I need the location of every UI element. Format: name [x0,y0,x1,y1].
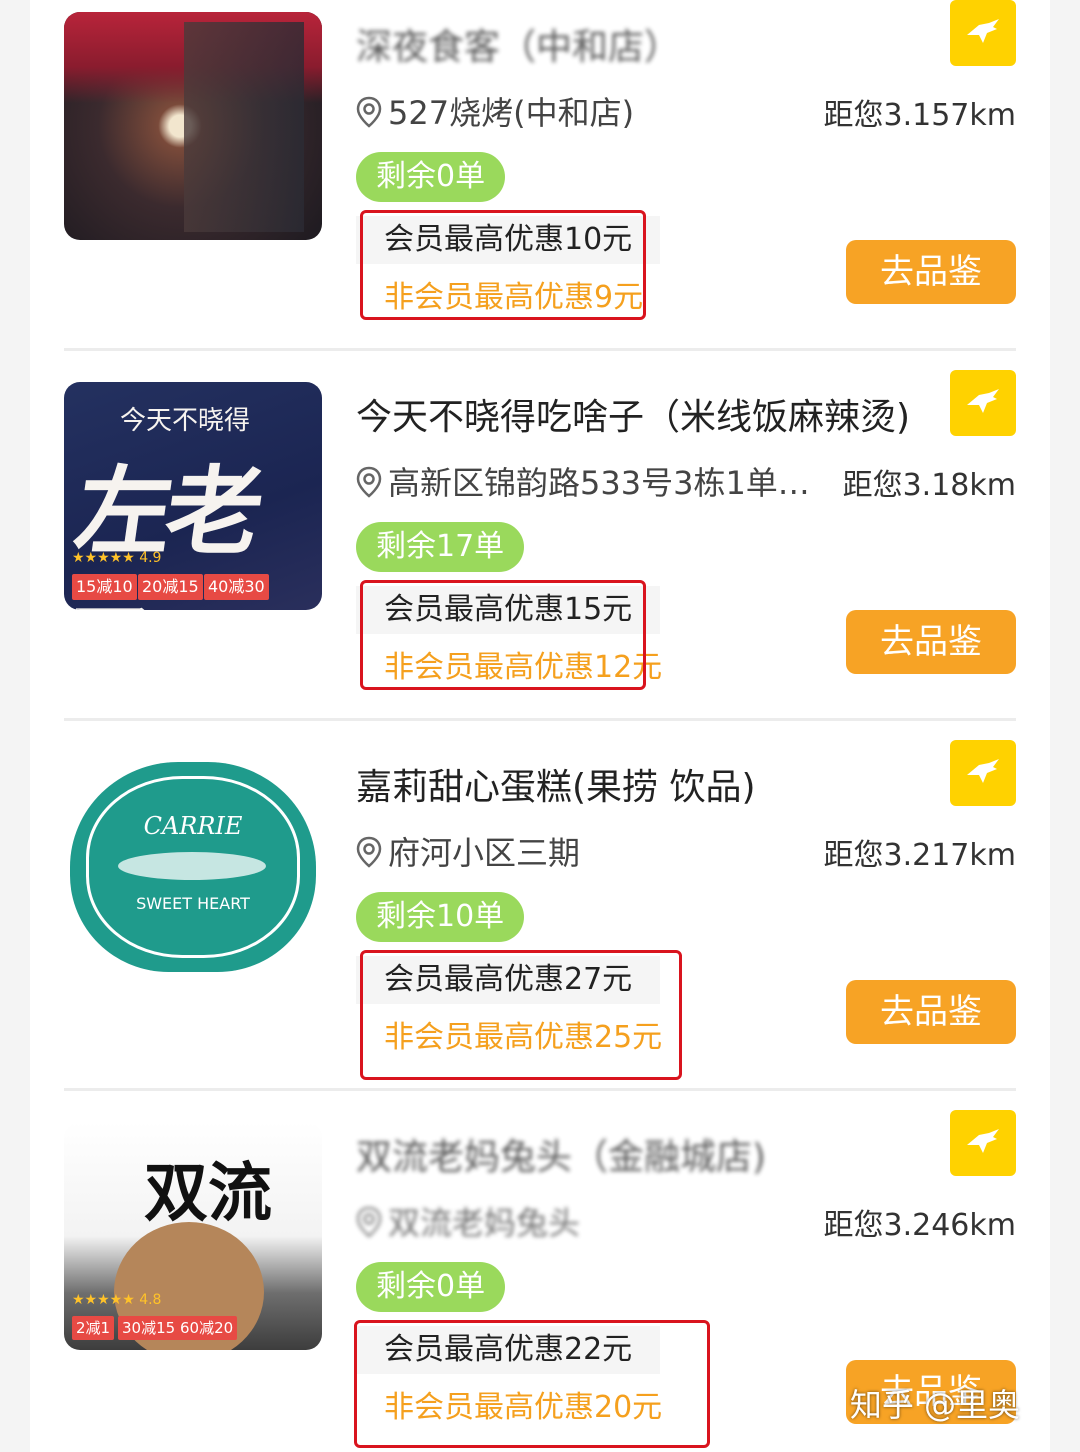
kangaroo-icon[interactable] [950,740,1016,806]
remaining-orders-badge: 剩余17单 [356,522,525,572]
address-text: 527烧烤(中和店) [388,94,635,132]
thumb-promo-tag: 30减15 [118,1316,180,1340]
store-card[interactable]: CARRIE SWEET HEART 嘉莉甜心蛋糕(果捞 饮品) 府河小区三期 … [64,740,1016,1110]
thumb-rating: ★★★★★ 4.8 [72,1292,162,1308]
thumb-promo-tag: 2减1 [72,1316,115,1340]
thumb-promo-tag: 60减20 [176,1316,238,1340]
go-taste-button[interactable]: 去品鉴 [846,980,1016,1044]
store-address: 双流老妈兔头 [356,1198,826,1244]
kangaroo-icon[interactable] [950,370,1016,436]
thumb-promo-tag: 15减10 [72,574,137,600]
distance-text: 距您3.157km [823,98,1016,133]
store-card[interactable]: 深夜食客（中和店） 527烧烤(中和店) 距您3.157km 剩余0单 会员最高… [64,0,1016,370]
highlight-frame [360,950,682,1080]
store-address: 高新区锦韵路533号3栋1单… [356,458,826,504]
address-text: 府河小区三期 [388,834,581,872]
highlight-frame [360,580,646,690]
store-address: 府河小区三期 [356,828,826,874]
distance-text: 距您3.18km [842,468,1016,503]
thumb-header-text: 今天不晓得 [120,406,251,436]
location-pin-icon [356,1206,382,1238]
store-name[interactable]: 双流老妈兔头（金融城店) [356,1128,956,1180]
distance-text: 距您3.246km [823,1208,1016,1243]
store-name[interactable]: 深夜食客（中和店） [356,18,956,70]
thumb-logo-text: 双流 [144,1157,272,1231]
divider [64,718,1016,721]
highlight-frame [360,210,646,320]
store-address: 527烧烤(中和店) [356,88,826,134]
watermark: 知乎 @里奥 [849,1386,1020,1424]
thumb-rating: ★★★★★ 4.9 [72,550,162,566]
store-list-page: 深夜食客（中和店） 527烧烤(中和店) 距您3.157km 剩余0单 会员最高… [0,0,1080,1452]
remaining-orders-badge: 剩余0单 [356,152,506,202]
address-text: 双流老妈兔头 [388,1204,581,1242]
address-text: 高新区锦韵路533号3栋1单… [388,464,810,502]
store-thumbnail[interactable] [64,12,322,240]
kangaroo-icon[interactable] [950,0,1016,66]
highlight-frame [354,1320,710,1448]
remaining-orders-badge: 剩余0单 [356,1262,506,1312]
thumb-brand-line: CARRIE [143,812,243,840]
store-thumbnail[interactable]: 今天不晓得 左老子 ★★★★★ 4.9 15减10 20减15 40减30 [64,382,322,610]
location-pin-icon [356,836,382,868]
location-pin-icon [356,466,382,498]
distance-text: 距您3.217km [823,838,1016,873]
store-thumbnail[interactable]: 双流 ★★★★★ 4.8 2减1 30减15 60减20 [64,1122,322,1350]
thumb-promo-tag: 40减30 [204,574,269,600]
go-taste-button[interactable]: 去品鉴 [846,610,1016,674]
store-card[interactable]: 今天不晓得 左老子 ★★★★★ 4.9 15减10 20减15 40减30 今天… [64,370,1016,740]
location-pin-icon [356,96,382,128]
remaining-orders-badge: 剩余10单 [356,892,525,942]
go-taste-button[interactable]: 去品鉴 [846,240,1016,304]
redaction-scribble [118,852,266,880]
thumb-promo-tag: 20减15 [138,574,203,600]
store-name[interactable]: 今天不晓得吃啥子（米线饭麻辣烫) [356,388,956,440]
kangaroo-icon[interactable] [950,1110,1016,1176]
divider [64,1088,1016,1091]
store-thumbnail[interactable]: CARRIE SWEET HEART [64,752,322,980]
divider [64,348,1016,351]
thumb-brand-subline: SWEET HEART [136,894,250,913]
store-name[interactable]: 嘉莉甜心蛋糕(果捞 饮品) [356,758,956,810]
